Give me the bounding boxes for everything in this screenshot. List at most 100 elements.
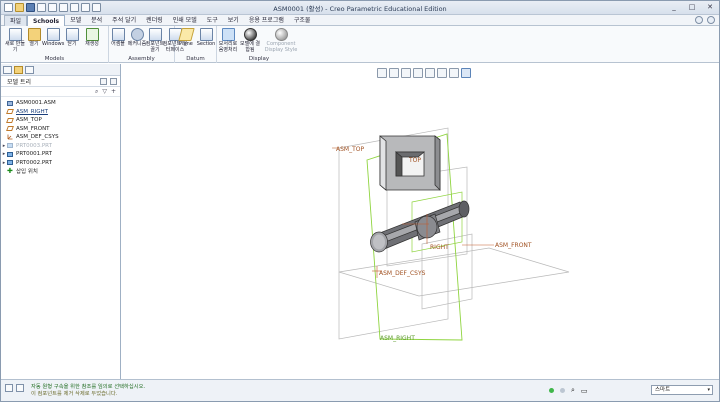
shading-with-edges-button[interactable]: 모서리로 음영처리	[217, 28, 239, 53]
tree-item-asm-def-csys[interactable]: ASM_DEF_CSYS	[1, 133, 120, 142]
tree-item-asm-right[interactable]: ASM_RIGHT	[1, 108, 120, 117]
menu-right-tools	[695, 16, 715, 24]
help-icon[interactable]	[695, 16, 703, 24]
csys-icon	[7, 134, 13, 140]
shaded-cube-icon	[221, 28, 235, 41]
tree-item-insert-here[interactable]: ✚ 삽입 위치	[1, 167, 120, 176]
ribbon-tabs: 파일 Schools 모델 분석 주석 달기 렌더링 인쇄 모델 도구 보기 응…	[1, 15, 719, 26]
favorites-tab-icon[interactable]	[25, 66, 34, 74]
title-bar: ASM0001 (활성) - Creo Parametric Education…	[1, 1, 719, 15]
datum-plane-icon	[6, 117, 14, 123]
group-models: 새로 만들기 열기 Windows 닫기 재생성 Models	[1, 26, 109, 63]
assemble-icon	[111, 28, 125, 41]
tab-print-model[interactable]: 인쇄 모델	[168, 15, 202, 26]
status-indicator-icon	[560, 388, 565, 393]
datum-plane-icon	[6, 126, 14, 132]
label-right: RIGHT	[430, 244, 449, 251]
group-label-display: Display	[248, 56, 270, 62]
gear-icon	[130, 28, 144, 41]
tab-schools[interactable]: Schools	[27, 15, 66, 26]
tree-tab-icon[interactable]	[3, 66, 12, 74]
app-window: ASM0001 (활성) - Creo Parametric Education…	[0, 0, 720, 402]
new-file-icon	[8, 28, 22, 41]
part-icon	[7, 143, 13, 149]
status-bar: 자동 원형 구속을 위한 참조를 임의로 선택하십시오. 이 컴포넌트를 제거 …	[1, 379, 719, 401]
tree-toolbar: ⌕ ▽ +	[1, 87, 120, 97]
tab-structure[interactable]: 구조물	[289, 15, 316, 26]
close-model-button[interactable]: 닫기	[61, 28, 83, 48]
tab-annotate[interactable]: 주석 달기	[107, 15, 141, 26]
find-icon[interactable]: ⌕	[571, 386, 575, 395]
ribbon: 새로 만들기 열기 Windows 닫기 재생성 Models 어셈블 메커니즘…	[1, 26, 719, 63]
plane-button[interactable]: Plane	[175, 28, 197, 48]
sphere-icon	[274, 28, 288, 41]
window-controls: _ □ ✕	[669, 3, 715, 11]
regenerate-icon	[85, 28, 99, 41]
graphics-window[interactable]: ASM_TOP TOP ASM_FRONT RIGHT ASM_DEF_CSYS…	[122, 64, 719, 379]
label-top: TOP	[408, 157, 421, 164]
tab-tools[interactable]: 도구	[202, 15, 223, 26]
group-label-assembly: Assembly	[128, 56, 155, 62]
tree-item-prt0002[interactable]: ▸ PRT0002.PRT	[1, 159, 120, 168]
tree-item-prt0003[interactable]: ▸ PRT0003.PRT	[1, 142, 120, 151]
tab-view[interactable]: 보기	[223, 15, 244, 26]
full-screen-icon[interactable]	[16, 384, 24, 392]
datum-plane-icon	[177, 28, 195, 41]
search-icon[interactable]	[707, 16, 715, 24]
close-model-icon	[65, 28, 79, 41]
close-button[interactable]: ✕	[705, 3, 715, 11]
grid-icon[interactable]	[5, 384, 13, 392]
model-combined-button[interactable]: 모델에 결합됨	[239, 28, 261, 53]
selection-filter-select[interactable]: 스마트 ▾	[651, 385, 713, 395]
selection-icon[interactable]: ▭	[581, 387, 588, 395]
model-tree-title: 모델 트리	[7, 78, 31, 86]
filter-icon[interactable]: ▽	[102, 88, 107, 95]
label-asm-right: ASM_RIGHT	[380, 335, 415, 342]
open-folder-icon	[27, 28, 41, 41]
group-datum: Plane Section Datum	[175, 26, 217, 63]
shaft-part	[370, 200, 470, 253]
model-tree: ASM0001.ASM ASM_RIGHT ASM_TOP ASM_FRONT …	[1, 97, 120, 176]
status-message-1: 자동 원형 구속을 위한 참조를 임의로 선택하십시오.	[31, 384, 146, 390]
tab-model[interactable]: 모델	[65, 15, 86, 26]
3d-scene: ASM_TOP TOP ASM_FRONT RIGHT ASM_DEF_CSYS…	[332, 127, 570, 342]
add-column-icon[interactable]: +	[111, 88, 116, 95]
regenerate-button[interactable]: 재생성	[81, 28, 103, 48]
group-label-models: Models	[44, 56, 65, 62]
group-label-datum: Datum	[186, 56, 205, 62]
maximize-button[interactable]: □	[687, 3, 697, 11]
show-icon[interactable]	[110, 77, 117, 85]
tree-settings-icon[interactable]	[100, 77, 107, 85]
window-title: ASM0001 (활성) - Creo Parametric Education…	[273, 5, 447, 13]
tab-file[interactable]: 파일	[4, 15, 28, 26]
tree-item-asm0001[interactable]: ASM0001.ASM	[1, 99, 120, 108]
drag-icon	[148, 28, 162, 41]
section-icon	[199, 28, 213, 41]
section-button[interactable]: Section	[195, 28, 217, 48]
status-right-tools: ⌕ ▭	[549, 386, 588, 395]
tree-item-asm-front[interactable]: ASM_FRONT	[1, 125, 120, 134]
component-display-style-button[interactable]: Component Display Style	[263, 28, 299, 53]
group-display: 모서리로 음영처리 모델에 결합됨 Component Display Styl…	[217, 26, 301, 63]
model-tree-header: 모델 트리	[1, 76, 120, 87]
windows-icon	[46, 28, 60, 41]
part-icon	[7, 151, 13, 157]
tab-render[interactable]: 렌더링	[141, 15, 168, 26]
model-tree-panel: 모델 트리 ⌕ ▽ + ASM0001.ASM ASM_RIGHT ASM_TO…	[1, 64, 121, 379]
tab-analysis[interactable]: 분석	[86, 15, 107, 26]
status-message-2: 이 컴포넌트를 제거 삭제로 두었습니다.	[31, 391, 118, 397]
folder-browser-tab-icon[interactable]	[14, 66, 23, 74]
message-area: 자동 원형 구속을 위한 참조를 임의로 선택하십시오. 이 컴포넌트를 제거 …	[31, 384, 145, 398]
tree-item-asm-top[interactable]: ASM_TOP	[1, 116, 120, 125]
minimize-button[interactable]: _	[669, 3, 679, 11]
group-assembly: 어셈블 메커니즘 컴포넌트 끌기 컴포넌트 인터페이스 Assembly	[109, 26, 187, 63]
regen-status-icon	[549, 388, 554, 393]
assembly-icon	[7, 100, 13, 106]
label-asm-def-csys: ASM_DEF_CSYS	[379, 270, 426, 277]
insert-here-icon: ✚	[7, 166, 13, 175]
part-icon	[7, 160, 13, 166]
tree-item-prt0001[interactable]: ▸ PRT0001.PRT	[1, 150, 120, 159]
tab-applications[interactable]: 응용 프로그램	[244, 15, 289, 26]
binoculars-icon[interactable]: ⌕	[95, 88, 98, 96]
chevron-down-icon: ▾	[707, 387, 710, 393]
